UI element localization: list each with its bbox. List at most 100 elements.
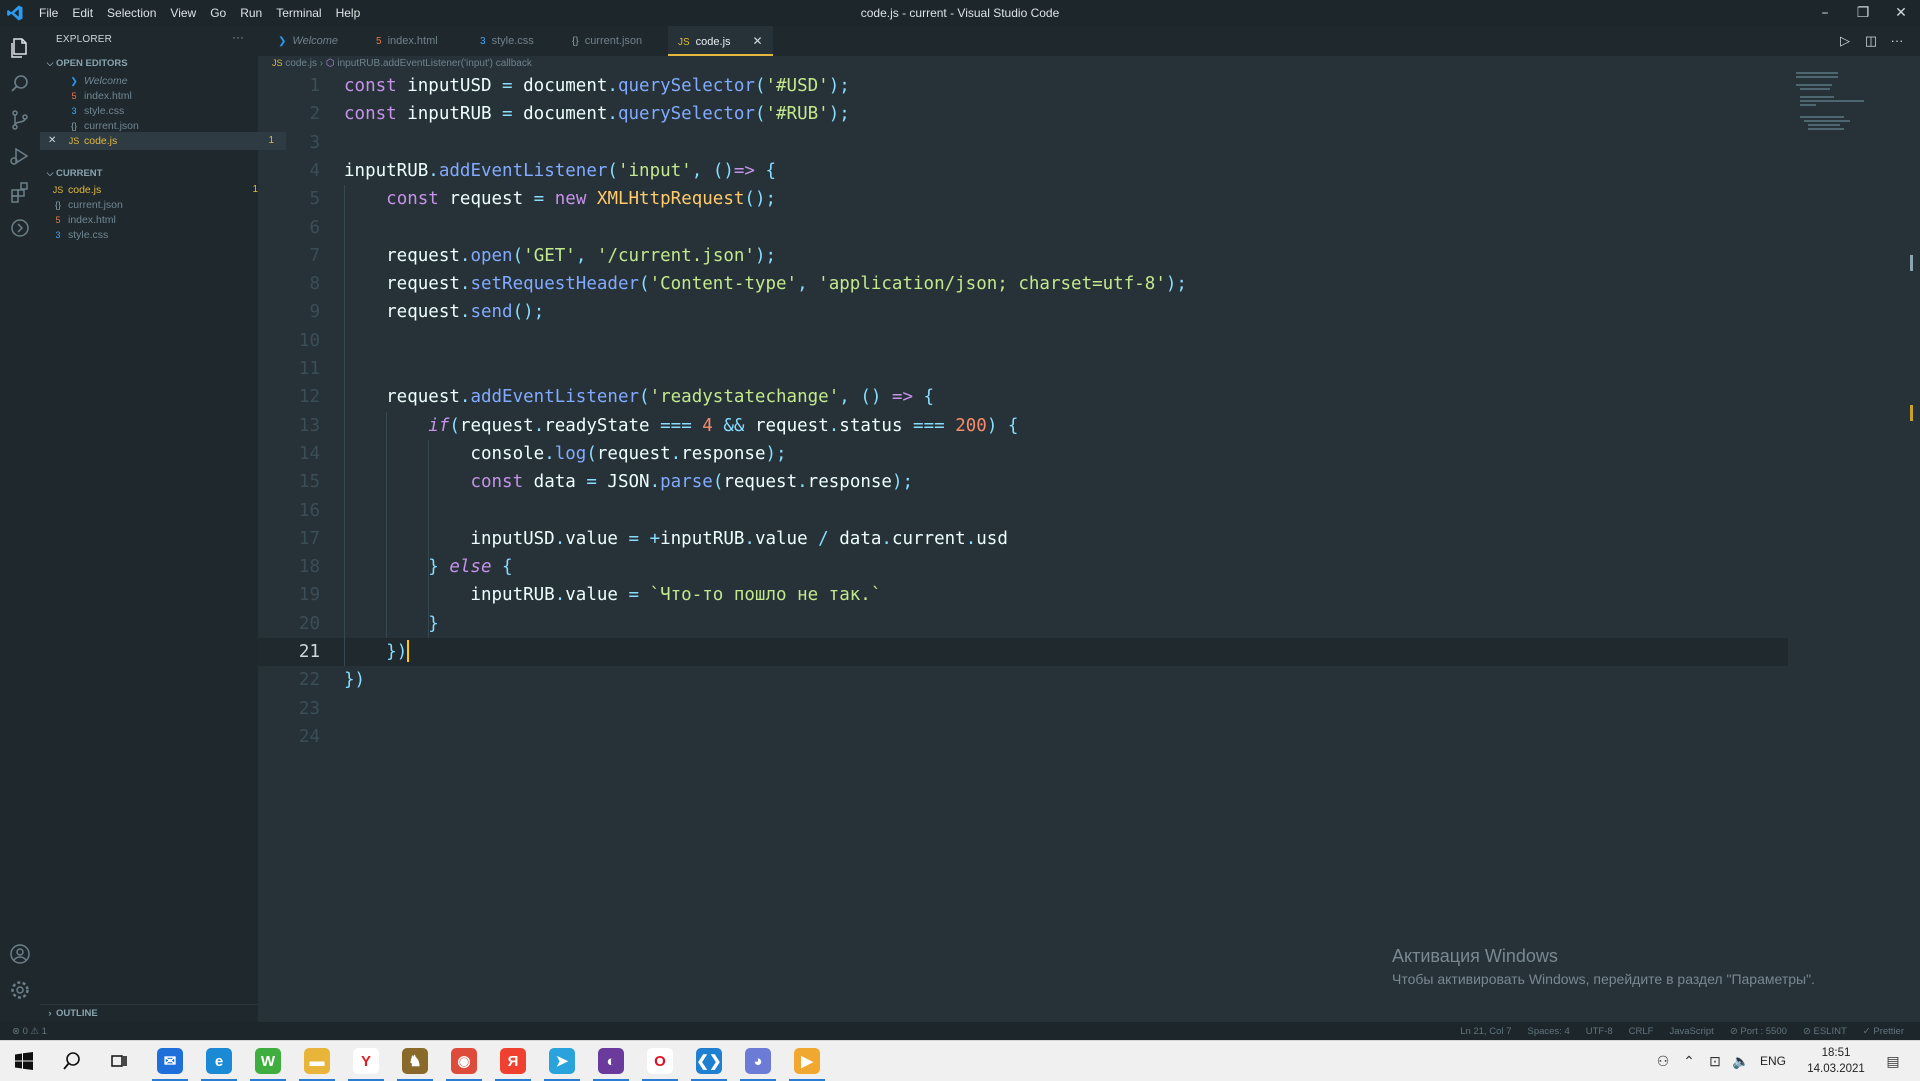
restore-icon[interactable]: ❐: [1844, 0, 1882, 26]
mail-taskbar-button[interactable]: ✉: [148, 1041, 192, 1081]
yandex-browser-taskbar-button[interactable]: Я: [491, 1041, 535, 1081]
media-taskbar-button[interactable]: ▶: [785, 1041, 829, 1081]
run-icon[interactable]: ▷: [1832, 26, 1858, 56]
more-icon[interactable]: ···: [1884, 26, 1910, 56]
code-line: 10: [258, 327, 1788, 355]
clock[interactable]: 18:51 14.03.2021: [1800, 1045, 1872, 1077]
minimize-icon[interactable]: –: [1806, 0, 1844, 26]
menu-item-edit[interactable]: Edit: [65, 0, 100, 26]
code-token: .: [607, 76, 618, 96]
status-item[interactable]: Spaces: 4: [1527, 1022, 1569, 1042]
close-tab-icon[interactable]: ✕: [753, 34, 763, 48]
volume-icon[interactable]: 🔈: [1728, 1053, 1754, 1070]
code-line: 6: [258, 214, 1788, 242]
code-token: .: [533, 415, 545, 436]
code-token: .: [459, 274, 471, 295]
menu-item-file[interactable]: File: [32, 0, 65, 26]
account-icon[interactable]: [8, 942, 32, 966]
breadcrumb-file[interactable]: code.js: [285, 58, 317, 69]
open-editors-section[interactable]: ⌵ OPEN EDITORS: [40, 54, 258, 72]
edge-taskbar-button[interactable]: e: [197, 1041, 241, 1081]
line-number: 10: [298, 330, 320, 351]
code-token: }): [344, 670, 366, 691]
people-icon[interactable]: ⚇: [1650, 1053, 1676, 1070]
scrollbar-thumb[interactable]: [1910, 255, 1913, 271]
file-explorer-taskbar-button[interactable]: ▬: [295, 1041, 339, 1081]
status-item[interactable]: ⊘ ESLINT: [1803, 1022, 1847, 1042]
menu-item-terminal[interactable]: Terminal: [269, 0, 328, 26]
sidebar-title: EXPLORER: [56, 34, 113, 45]
close-icon[interactable]: ✕: [48, 132, 56, 150]
media-icon: ▶: [794, 1048, 820, 1074]
minimap[interactable]: [1796, 72, 1906, 132]
status-item[interactable]: JavaScript: [1669, 1022, 1713, 1042]
status-item[interactable]: ⊘ Port : 5500: [1730, 1022, 1787, 1042]
file-item[interactable]: ✕ JS code.js 1: [40, 132, 286, 150]
menu-item-run[interactable]: Run: [233, 0, 269, 26]
code-token: ;: [533, 302, 545, 323]
more-actions-icon[interactable]: ···: [232, 30, 244, 44]
file-item[interactable]: 3 style.css: [40, 226, 270, 244]
cs-taskbar-button[interactable]: ♞: [393, 1041, 437, 1081]
js-icon: JS: [68, 136, 80, 146]
menu-item-view[interactable]: View: [163, 0, 203, 26]
code-line: 15 const data = JSON.parse(request.respo…: [258, 468, 1788, 496]
tab-welcome[interactable]: ❯ Welcome: [268, 26, 348, 56]
notifications-icon[interactable]: ▤: [1880, 1053, 1906, 1070]
vscode-logo-icon[interactable]: [6, 4, 24, 22]
problems-indicator[interactable]: ⊗ 0 ⚠ 1: [12, 1022, 47, 1042]
code-token: inputRUB: [396, 104, 503, 125]
outline-section[interactable]: › OUTLINE: [40, 1004, 258, 1023]
breadcrumb-symbol[interactable]: inputRUB.addEventListener('input') callb…: [337, 58, 531, 69]
tab-style-css[interactable]: 3 style.css: [470, 26, 544, 56]
code-line: 19 inputRUB.value = `Что-то пошло не так…: [258, 581, 1788, 609]
remote-explorer-icon[interactable]: [8, 216, 32, 240]
tab-code-js[interactable]: JS code.js ✕: [668, 26, 773, 56]
status-item[interactable]: Ln 21, Col 7: [1460, 1022, 1511, 1042]
chevron-up-icon[interactable]: ⌃: [1676, 1053, 1702, 1070]
menu-item-go[interactable]: Go: [203, 0, 233, 26]
tor-taskbar-button[interactable]: ◐: [589, 1041, 633, 1081]
file-explorer-icon: ▬: [304, 1048, 330, 1074]
tab-index-html[interactable]: 5 index.html: [366, 26, 448, 56]
vscode-taskbar-button[interactable]: ❮❯: [687, 1041, 731, 1081]
status-item[interactable]: CRLF: [1629, 1022, 1654, 1042]
task-view-icon[interactable]: [97, 1041, 141, 1081]
code-token: setRequestHeader: [470, 274, 640, 295]
split-editor-icon[interactable]: ◫: [1858, 26, 1884, 56]
code-editor[interactable]: 1 const inputUSD = document.querySelector…: [258, 72, 1788, 1022]
discord-taskbar-button[interactable]: ◕: [736, 1041, 780, 1081]
run-debug-icon[interactable]: [8, 144, 32, 168]
search-taskbar-icon[interactable]: [50, 1041, 94, 1081]
chrome-taskbar-button[interactable]: ◉: [442, 1041, 486, 1081]
chevron-down-icon: ⌵: [46, 168, 54, 178]
start-button[interactable]: [2, 1041, 46, 1081]
code-line: 3: [258, 129, 1788, 157]
code-token: new: [544, 189, 587, 210]
extensions-icon[interactable]: [8, 180, 32, 204]
folder-label: CURRENT: [56, 168, 103, 179]
close-window-icon[interactable]: ✕: [1882, 0, 1920, 26]
code-token: 'readystatechange': [649, 387, 840, 408]
settings-gear-icon[interactable]: [8, 978, 32, 1002]
whatsapp-taskbar-button[interactable]: W: [246, 1041, 290, 1081]
tab-current-json[interactable]: {} current.json: [562, 26, 652, 56]
js-icon: JS: [272, 58, 283, 68]
source-control-icon[interactable]: [8, 108, 32, 132]
code-token: {: [754, 160, 777, 181]
network-icon[interactable]: ⊡: [1702, 1053, 1728, 1070]
search-icon[interactable]: [8, 72, 32, 96]
status-item[interactable]: ✓ Prettier: [1863, 1022, 1904, 1042]
language-indicator[interactable]: ENG: [1760, 1054, 1786, 1068]
clock-time: 18:51: [1821, 1047, 1851, 1059]
folder-section-current[interactable]: ⌵ CURRENT: [40, 164, 258, 182]
opera-taskbar-button[interactable]: O: [638, 1041, 682, 1081]
telegram-taskbar-button[interactable]: ➤: [540, 1041, 584, 1081]
code-token: data: [828, 528, 882, 549]
explorer-icon[interactable]: [8, 36, 32, 60]
menu-item-help[interactable]: Help: [329, 0, 368, 26]
status-item[interactable]: UTF-8: [1586, 1022, 1613, 1042]
menu-item-selection[interactable]: Selection: [100, 0, 163, 26]
code-text: inputRUB.value = `Что-то пошло не так.`: [344, 581, 881, 609]
yandex-taskbar-button[interactable]: Y: [344, 1041, 388, 1081]
